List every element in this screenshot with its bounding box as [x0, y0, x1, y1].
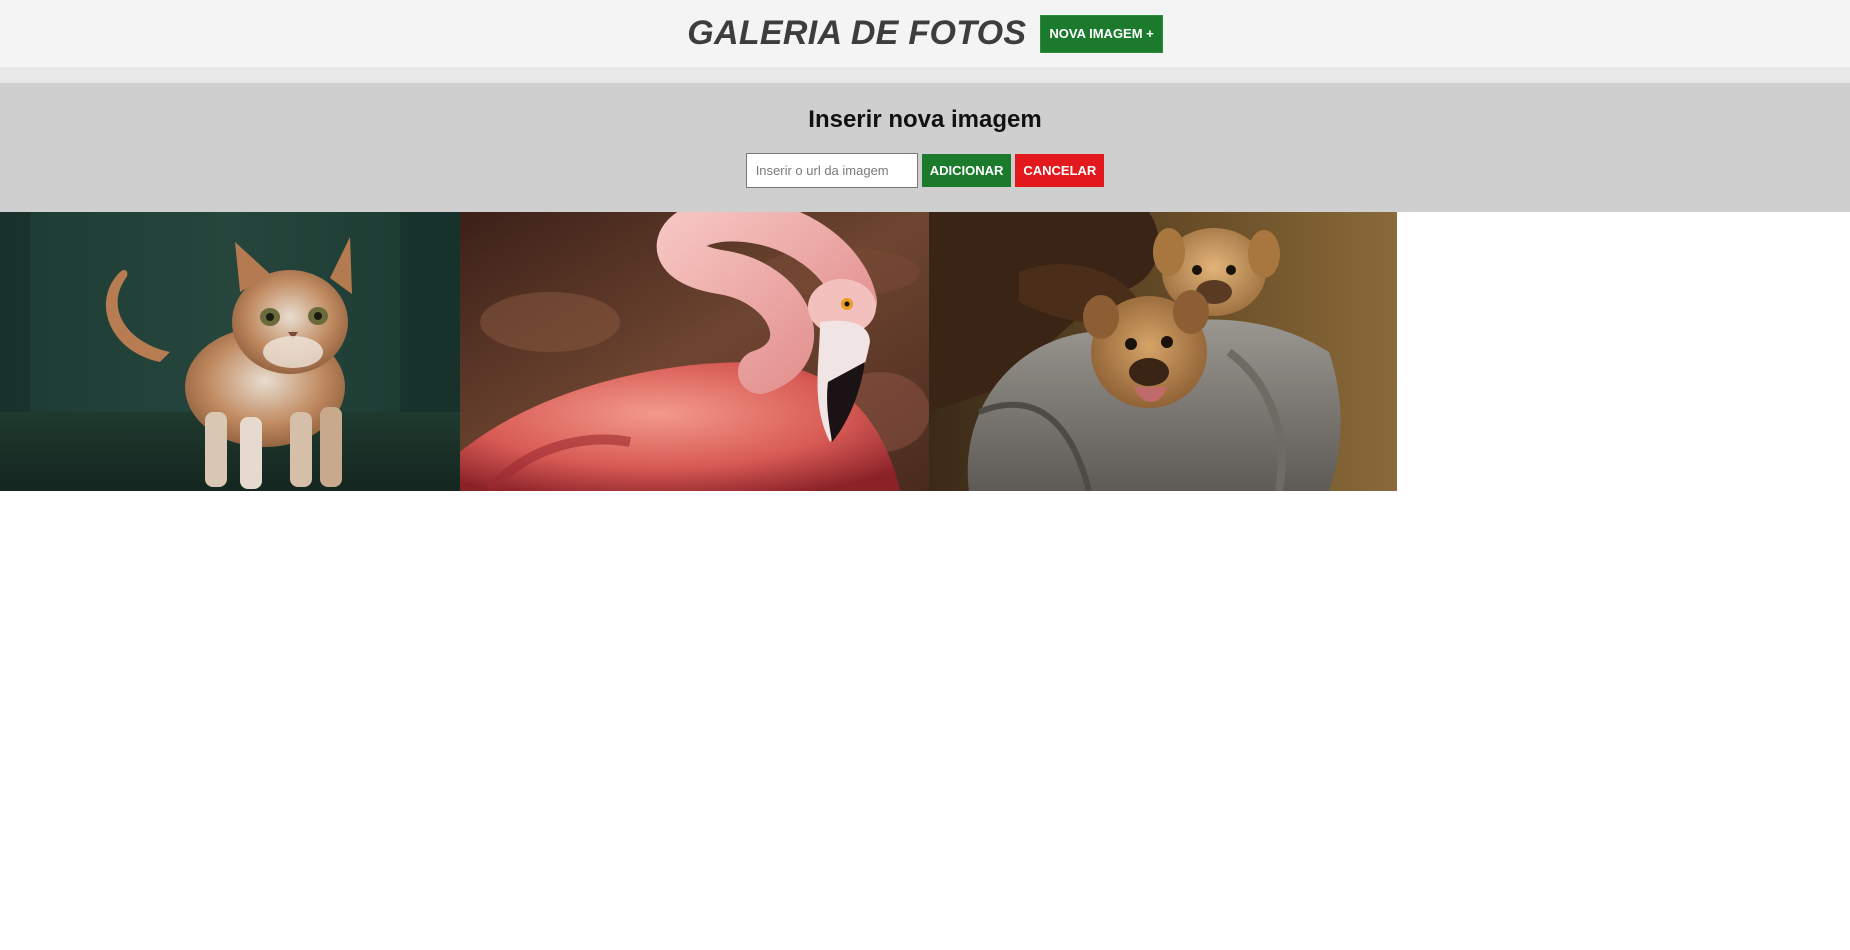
cancel-button[interactable]: CANCELAR — [1015, 154, 1105, 187]
gallery-photo-puppies[interactable] — [929, 212, 1397, 491]
header-divider — [0, 67, 1850, 83]
page-header: GALERIA DE FOTOS NOVA IMAGEM + — [0, 0, 1850, 67]
new-image-button[interactable]: NOVA IMAGEM + — [1040, 14, 1163, 53]
photo-gallery — [0, 212, 1397, 491]
gallery-photo-flamingo[interactable] — [460, 212, 929, 491]
insert-image-form: ADICIONAR CANCELAR — [0, 153, 1850, 188]
gallery-photo-cat[interactable] — [0, 212, 460, 491]
cat-photo-image — [0, 212, 460, 491]
image-url-input[interactable] — [745, 153, 918, 188]
flamingo-photo-image — [460, 212, 929, 491]
insert-image-panel: Inserir nova imagem ADICIONAR CANCELAR — [0, 83, 1850, 212]
insert-panel-title: Inserir nova imagem — [808, 106, 1042, 133]
add-button[interactable]: ADICIONAR — [921, 154, 1012, 187]
page-title: GALERIA DE FOTOS — [687, 14, 1027, 52]
puppies-photo-image — [929, 212, 1397, 491]
